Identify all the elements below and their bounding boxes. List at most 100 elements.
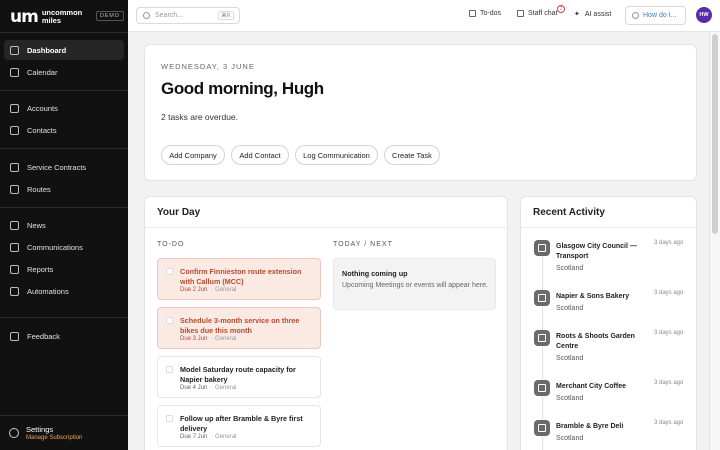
- task-checkbox[interactable]: [166, 366, 173, 373]
- your-day-card: Your Day TO-DO TODAY / NEXT Confirm Finn…: [144, 196, 508, 450]
- sidebar-item-calendar[interactable]: Calendar: [4, 62, 124, 82]
- task-checkbox[interactable]: [166, 317, 173, 324]
- sidebar-item-routes[interactable]: Routes: [4, 179, 124, 199]
- staff-chat-count-badge: 7: [557, 5, 565, 13]
- activity-time: 3 days ago: [654, 290, 684, 296]
- ai-assist-button[interactable]: ✦ AI assist: [574, 10, 612, 19]
- help-icon: [632, 12, 639, 19]
- task-meta: Due 4 Jun · General: [180, 385, 237, 391]
- news-icon: [10, 220, 19, 230]
- chart-icon: [10, 264, 19, 274]
- add-company-button[interactable]: Add Company: [161, 145, 225, 165]
- sidebar-item-feedback[interactable]: Feedback: [4, 326, 124, 346]
- logo[interactable]: um uncommon miles: [10, 6, 82, 28]
- scrollbar-thumb[interactable]: [712, 34, 718, 234]
- logo-mark: um: [10, 7, 39, 27]
- search-input[interactable]: Search... ⌘K: [136, 7, 240, 24]
- task-title: Follow up after Bramble & Byre first del…: [180, 414, 303, 433]
- greeting-card: WEDNESDAY, 3 JUNE Good morning, Hugh 2 t…: [144, 44, 697, 181]
- sidebar-item-label: News: [27, 220, 46, 230]
- ai-assist-label: AI assist: [584, 10, 612, 18]
- your-day-title: Your Day: [157, 207, 201, 218]
- company-icon: [534, 380, 550, 396]
- sidebar-item-label: Automations: [27, 286, 69, 296]
- task-meta: Due 7 Jun · General: [180, 434, 237, 440]
- logo-text: uncommon miles: [41, 8, 83, 25]
- activity-location: Scotland: [556, 435, 584, 442]
- settings-link[interactable]: Settings Manage Subscription: [0, 415, 128, 450]
- company-icon: [534, 420, 550, 436]
- today-next-header: TODAY / NEXT: [333, 241, 393, 248]
- document-icon: [10, 162, 19, 172]
- task-title: Model Saturday route capacity for Napier…: [180, 365, 296, 384]
- sidebar-item-reports[interactable]: Reports: [4, 259, 124, 279]
- overdue-summary: 2 tasks are overdue.: [161, 112, 239, 122]
- search-shortcut: ⌘K: [217, 11, 234, 20]
- settings-title: Settings: [26, 425, 54, 434]
- create-task-button[interactable]: Create Task: [384, 145, 440, 165]
- empty-schedule: Nothing coming up Upcoming Meetings or e…: [333, 258, 496, 310]
- todos-button[interactable]: To-dos: [469, 10, 501, 17]
- calendar-icon: [10, 67, 19, 77]
- sidebar-item-service-contracts[interactable]: Service Contracts: [4, 157, 124, 177]
- search-icon: [143, 12, 150, 19]
- sidebar-item-communications[interactable]: Communications: [4, 237, 124, 257]
- sidebar-item-label: Routes: [27, 184, 51, 194]
- contact-icon: [10, 125, 19, 135]
- task-card[interactable]: Follow up after Bramble & Byre first del…: [157, 405, 321, 447]
- activity-time: 3 days ago: [654, 420, 684, 426]
- sidebar: um uncommon miles DEMO Dashboard Calendar…: [0, 0, 128, 450]
- chat-icon: [10, 242, 19, 252]
- feedback-icon: [10, 331, 19, 341]
- help-label: How do I...: [643, 12, 677, 19]
- task-checkbox[interactable]: [166, 415, 173, 422]
- staff-chat-button[interactable]: Staff chat: [517, 10, 557, 17]
- search-placeholder: Search...: [155, 12, 184, 19]
- activity-location: Scotland: [556, 355, 584, 362]
- activity-company-link[interactable]: Bramble & Byre Deli: [556, 422, 640, 432]
- activity-time: 3 days ago: [654, 240, 684, 246]
- building-icon: [10, 103, 19, 113]
- scrollbar[interactable]: [709, 32, 720, 450]
- sidebar-item-label: Communications: [27, 242, 83, 252]
- log-communication-button[interactable]: Log Communication: [295, 145, 378, 165]
- activity-company-link[interactable]: Napier & Sons Bakery: [556, 292, 640, 302]
- sidebar-item-label: Accounts: [27, 103, 58, 113]
- task-checkbox[interactable]: [166, 268, 173, 275]
- sidebar-item-label: Service Contracts: [27, 162, 87, 172]
- current-date: WEDNESDAY, 3 JUNE: [161, 62, 255, 71]
- empty-schedule-text: Upcoming Meetings or events will appear …: [342, 282, 488, 289]
- sidebar-item-dashboard[interactable]: Dashboard: [4, 40, 124, 60]
- activity-time: 3 days ago: [654, 380, 684, 386]
- staff-chat-label: Staff chat: [528, 10, 558, 17]
- sidebar-item-contacts[interactable]: Contacts: [4, 120, 124, 140]
- sidebar-item-label: Contacts: [27, 125, 57, 135]
- todo-header: TO-DO: [157, 241, 185, 248]
- task-card[interactable]: Model Saturday route capacity for Napier…: [157, 356, 321, 398]
- help-button[interactable]: How do I...: [625, 6, 686, 25]
- activity-company-link[interactable]: Glasgow City Council — Transport: [556, 242, 640, 262]
- activity-company-link[interactable]: Merchant City Coffee: [556, 382, 640, 392]
- task-card[interactable]: Confirm Finnieston route extension with …: [157, 258, 321, 300]
- add-contact-button[interactable]: Add Contact: [231, 145, 289, 165]
- activity-company-link[interactable]: Roots & Shoots Garden Centre: [556, 332, 640, 352]
- recent-activity-title: Recent Activity: [533, 207, 605, 218]
- manage-subscription-link[interactable]: Manage Subscription: [26, 435, 82, 441]
- activity-location: Scotland: [556, 395, 584, 402]
- sidebar-item-accounts[interactable]: Accounts: [4, 98, 124, 118]
- activity-location: Scotland: [556, 265, 584, 272]
- sidebar-item-automations[interactable]: Automations: [4, 281, 124, 301]
- task-card[interactable]: Schedule 3-month service on three bikes …: [157, 307, 321, 349]
- route-icon: [10, 184, 19, 194]
- gear-icon: [9, 428, 19, 438]
- task-title: Schedule 3-month service on three bikes …: [180, 316, 300, 335]
- company-icon: [534, 330, 550, 346]
- company-icon: [534, 290, 550, 306]
- task-meta: Due 3 Jun · General: [180, 336, 237, 342]
- demo-badge: DEMO: [96, 11, 124, 21]
- sidebar-item-label: Calendar: [27, 67, 58, 77]
- avatar[interactable]: HW: [696, 7, 712, 23]
- sidebar-item-news[interactable]: News: [4, 215, 124, 235]
- sidebar-item-label: Dashboard: [27, 45, 67, 55]
- activity-time: 3 days ago: [654, 330, 684, 336]
